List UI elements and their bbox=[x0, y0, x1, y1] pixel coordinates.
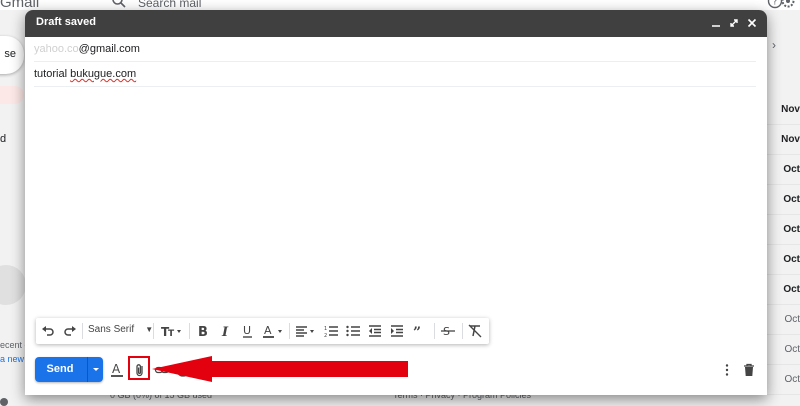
sidebar-item-fragment[interactable]: d bbox=[0, 133, 6, 145]
svg-text:1: 1 bbox=[324, 326, 327, 332]
annotation-arrow-icon bbox=[152, 356, 408, 382]
email-date: Oct bbox=[766, 185, 800, 215]
redo-icon[interactable] bbox=[62, 323, 78, 339]
message-body[interactable] bbox=[34, 88, 756, 313]
text-color-icon[interactable]: A bbox=[262, 323, 286, 339]
italic-icon[interactable]: I bbox=[218, 323, 234, 339]
send-button[interactable]: Send bbox=[35, 357, 103, 382]
strikethrough-icon[interactable]: S bbox=[440, 323, 456, 339]
text-size-icon[interactable]: TT bbox=[160, 323, 184, 339]
svg-text:B: B bbox=[198, 325, 208, 339]
email-date: Nov bbox=[766, 95, 800, 125]
svg-text:U: U bbox=[243, 324, 251, 337]
indent-more-icon[interactable] bbox=[389, 323, 405, 339]
toolbar-separator bbox=[82, 323, 83, 339]
font-select[interactable]: Sans Serif ▼ bbox=[88, 324, 153, 335]
toolbar-separator bbox=[434, 323, 435, 339]
formatting-toolbar: Sans Serif ▼ TT B I U A 12 ” S bbox=[36, 318, 489, 344]
email-date: Oct bbox=[766, 245, 800, 275]
compose-window: Draft saved yahoo.co@gmail.com tutorial … bbox=[25, 10, 767, 395]
subject-field[interactable]: tutorial bukugue.com bbox=[34, 62, 756, 87]
undo-icon[interactable] bbox=[40, 323, 56, 339]
schedule-send-chevron-icon[interactable] bbox=[90, 363, 102, 375]
recipients-field[interactable]: yahoo.co@gmail.com bbox=[34, 37, 756, 62]
chevron-right-icon[interactable]: › bbox=[772, 38, 776, 52]
toolbar-separator bbox=[153, 323, 154, 339]
subject-prefix: tutorial bbox=[34, 68, 71, 80]
remove-formatting-icon[interactable] bbox=[467, 323, 483, 339]
send-button-label: Send bbox=[46, 363, 74, 375]
chevron-down-icon: ▼ bbox=[145, 325, 154, 334]
bulleted-list-icon[interactable] bbox=[345, 323, 361, 339]
minimize-icon[interactable] bbox=[709, 16, 723, 30]
close-icon[interactable] bbox=[745, 16, 759, 30]
discard-draft-trash-icon[interactable] bbox=[741, 362, 757, 378]
svg-text:2: 2 bbox=[324, 333, 327, 339]
toolbar-separator bbox=[289, 323, 290, 339]
svg-text:?: ? bbox=[773, 0, 778, 8]
more-options-icon[interactable] bbox=[719, 362, 735, 378]
svg-text:T: T bbox=[168, 329, 175, 339]
formatting-options-icon[interactable]: A bbox=[109, 362, 125, 378]
svg-text:”: ” bbox=[413, 325, 421, 339]
email-date: Oct bbox=[766, 215, 800, 245]
email-date: Oct bbox=[766, 275, 800, 305]
email-date: Oct bbox=[766, 335, 800, 365]
attach-highlight-box bbox=[128, 356, 150, 380]
search-input[interactable]: Search mail bbox=[138, 0, 201, 10]
send-divider bbox=[87, 357, 88, 382]
quote-icon[interactable]: ” bbox=[411, 323, 427, 339]
compose-header: Draft saved bbox=[25, 10, 767, 37]
toolbar-separator bbox=[189, 323, 190, 339]
bold-icon[interactable]: B bbox=[195, 323, 211, 339]
svg-text:I: I bbox=[221, 325, 229, 339]
email-date: Oct bbox=[766, 365, 800, 395]
compose-title: Draft saved bbox=[36, 16, 96, 28]
email-date: Nov bbox=[766, 125, 800, 155]
fullscreen-icon[interactable] bbox=[727, 16, 741, 30]
new-link[interactable]: a new bbox=[0, 354, 24, 364]
svg-text:A: A bbox=[112, 362, 121, 376]
align-icon[interactable] bbox=[294, 323, 318, 339]
recipient-masked: yahoo.co bbox=[34, 43, 79, 55]
font-select-label: Sans Serif bbox=[88, 324, 135, 335]
underline-icon[interactable]: U bbox=[240, 323, 256, 339]
numbered-list-icon[interactable]: 12 bbox=[323, 323, 339, 339]
search-icon[interactable] bbox=[111, 0, 127, 9]
email-date-column: Nov Nov Oct Oct Oct Oct Oct Oct Oct Oct bbox=[766, 95, 800, 395]
email-date: Oct bbox=[766, 155, 800, 185]
indent-less-icon[interactable] bbox=[367, 323, 383, 339]
subject-misspelled-word: bukugue.com bbox=[70, 68, 137, 80]
email-date: Oct bbox=[766, 305, 800, 335]
svg-text:A: A bbox=[264, 324, 272, 337]
settings-gear-icon[interactable] bbox=[780, 0, 796, 9]
recipient-domain: @gmail.com bbox=[78, 43, 140, 55]
toolbar-separator bbox=[462, 323, 463, 339]
inbox-nav-item[interactable] bbox=[0, 86, 24, 104]
